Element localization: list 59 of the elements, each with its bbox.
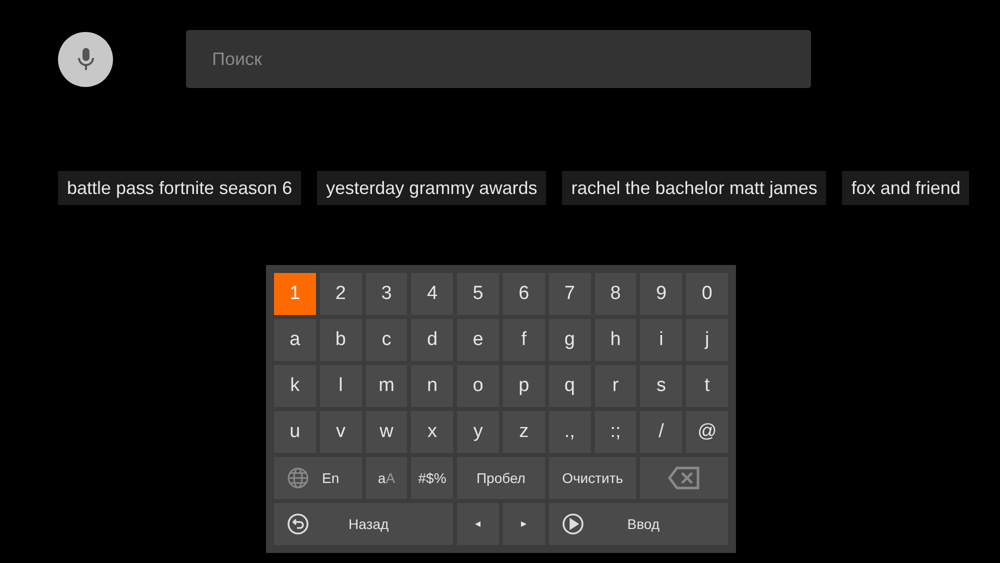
keyboard-key[interactable]: m [366,365,408,407]
keyboard-key[interactable]: 7 [548,273,591,315]
keyboard-key[interactable]: 6 [502,273,545,315]
keyboard-key[interactable]: p [502,365,545,407]
keyboard-key[interactable]: i [640,319,682,361]
keyboard-key[interactable]: Ввод [548,503,728,545]
keyboard-key[interactable]: y [457,411,499,453]
keyboard-key[interactable]: 8 [594,273,636,315]
keyboard-key[interactable]: a [274,319,316,361]
microphone-icon [76,47,96,71]
keyboard-key[interactable]: j [686,319,728,361]
suggestion-chip[interactable]: fox and friend [842,171,970,205]
keyboard-key[interactable]: n [411,365,454,407]
play-icon [562,513,584,535]
keyboard-key[interactable]: Назад [274,503,454,545]
keyboard-key[interactable]: @ [686,411,728,453]
keyboard-key[interactable]: t [686,365,728,407]
keyboard-key[interactable]: 3 [366,273,408,315]
keyboard-key[interactable]: l [320,365,362,407]
keyboard-key[interactable]: 5 [457,273,499,315]
keyboard-key[interactable]: v [320,411,362,453]
keyboard-key[interactable]: g [548,319,591,361]
keyboard-key[interactable]: s [640,365,682,407]
keyboard-key[interactable]: o [457,365,499,407]
suggestion-chip[interactable]: yesterday grammy awards [317,171,546,205]
keyboard-key[interactable]: w [366,411,408,453]
keyboard-key[interactable]: k [274,365,316,407]
keyboard-key[interactable]: q [548,365,591,407]
suggestion-chip[interactable]: rachel the bachelor matt james [562,171,826,205]
keyboard-key[interactable]: #$% [411,457,454,499]
keyboard-key[interactable]: 4 [411,273,454,315]
suggestion-chip[interactable]: battle pass fortnite season 6 [58,171,302,205]
keyboard-key[interactable]: ◂ [457,503,499,545]
keyboard-key[interactable]: b [320,319,362,361]
undo-icon [287,513,309,535]
keyboard-key[interactable]: :; [594,411,636,453]
keyboard-key[interactable]: e [457,319,499,361]
keyboard-key[interactable]: r [594,365,636,407]
keyboard-key[interactable]: u [274,411,316,453]
keyboard-key[interactable]: h [594,319,636,361]
keyboard-key[interactable] [640,457,728,499]
keyboard-key[interactable]: aA [366,457,408,499]
keyboard-key[interactable]: ▸ [502,503,545,545]
keyboard-key[interactable]: Очистить [548,457,636,499]
keyboard-key[interactable]: 0 [686,273,728,315]
keyboard-key[interactable]: 9 [640,273,682,315]
backspace-icon [668,466,700,490]
keyboard-key[interactable]: 2 [320,273,362,315]
keyboard-key[interactable]: d [411,319,454,361]
globe-icon [287,467,309,489]
keyboard-key[interactable]: z [502,411,545,453]
keyboard-key[interactable]: f [502,319,545,361]
keyboard-key[interactable]: x [411,411,454,453]
keyboard-key[interactable]: ., [548,411,591,453]
keyboard-key[interactable]: Пробел [457,457,545,499]
keyboard-key[interactable]: / [640,411,682,453]
keyboard-key[interactable]: c [366,319,408,361]
search-field[interactable]: Поиск [186,30,811,88]
keyboard-key[interactable]: En [274,457,362,499]
